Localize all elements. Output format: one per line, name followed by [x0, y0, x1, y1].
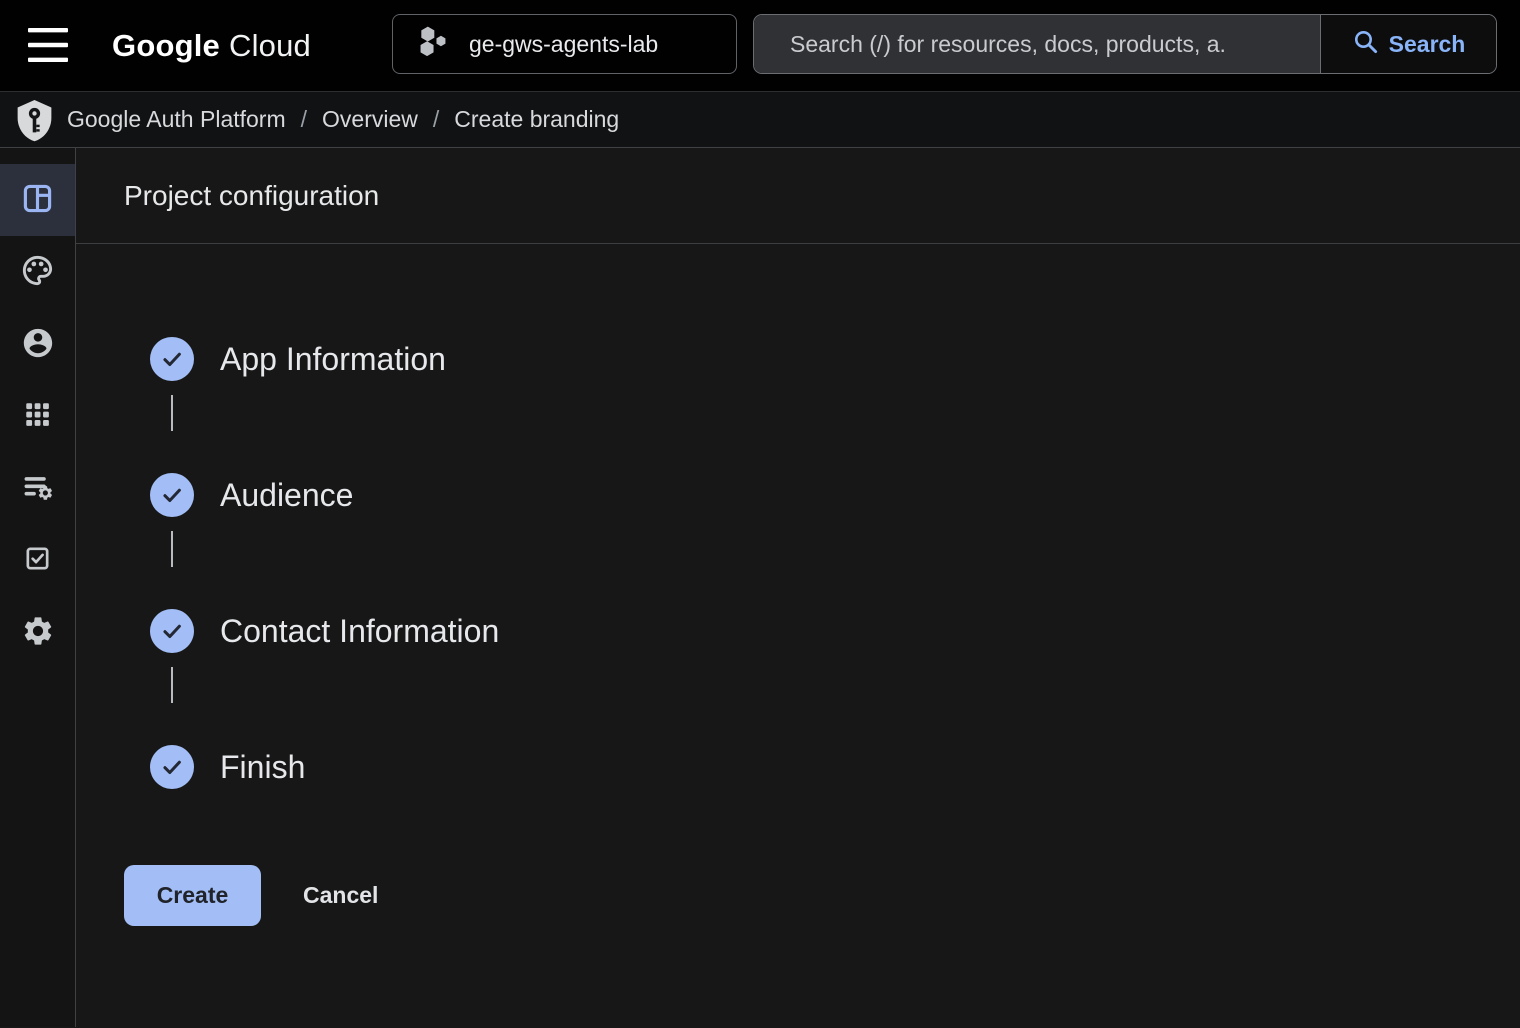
- sidebar-item-overview[interactable]: [0, 164, 75, 236]
- palette-icon: [20, 253, 55, 291]
- breadcrumb-separator: /: [301, 106, 307, 133]
- step-completed-check-icon: [150, 609, 194, 653]
- sidebar-item-branding[interactable]: [0, 236, 75, 308]
- logo-cloud-text: Cloud: [229, 28, 311, 64]
- search-input[interactable]: [754, 15, 1320, 73]
- hexagons-project-icon: [417, 24, 451, 64]
- breadcrumb-item-overview[interactable]: Overview: [322, 106, 418, 133]
- checkbox-icon: [23, 544, 52, 576]
- sidebar-item-settings[interactable]: [0, 596, 75, 668]
- menu-hamburger-button[interactable]: [24, 22, 72, 70]
- page-header: Project configuration: [76, 148, 1520, 244]
- project-configuration-stepper: App Information Audience Contact I: [76, 244, 1520, 789]
- list-settings-icon: [21, 470, 55, 507]
- step-completed-check-icon: [150, 473, 194, 517]
- project-selector[interactable]: ge-gws-agents-lab: [392, 14, 737, 74]
- step-finish[interactable]: Finish: [150, 745, 1520, 789]
- google-cloud-logo[interactable]: Google Cloud: [112, 0, 311, 92]
- sidebar-item-audience[interactable]: [0, 308, 75, 380]
- body-row: Project configuration App Information: [0, 148, 1520, 1027]
- search-bar: Search: [753, 14, 1497, 74]
- sidebar-item-data-access[interactable]: [0, 452, 75, 524]
- step-contact-information[interactable]: Contact Information: [150, 609, 1520, 653]
- breadcrumb-item-create-branding: Create branding: [454, 106, 619, 133]
- sidebar-nav: [0, 148, 76, 1027]
- project-name: ge-gws-agents-lab: [469, 31, 658, 58]
- step-label: Audience: [220, 477, 353, 514]
- page-title: Project configuration: [124, 180, 379, 212]
- form-actions: Create Cancel: [76, 865, 1520, 926]
- step-label: App Information: [220, 341, 446, 378]
- person-icon: [21, 326, 55, 363]
- step-label: Finish: [220, 749, 305, 786]
- step-connector: [171, 667, 173, 703]
- step-label: Contact Information: [220, 613, 499, 650]
- top-bar: Google Cloud ge-gws-agents-lab Search: [0, 0, 1520, 92]
- breadcrumb-item-auth-platform[interactable]: Google Auth Platform: [67, 106, 286, 133]
- step-audience[interactable]: Audience: [150, 473, 1520, 517]
- apps-grid-icon: [22, 399, 53, 433]
- hamburger-icon: [28, 28, 68, 65]
- search-icon: [1352, 28, 1379, 61]
- cancel-button[interactable]: Cancel: [303, 882, 378, 909]
- auth-shield-key-icon: [12, 97, 57, 143]
- dashboard-icon: [21, 182, 54, 218]
- search-button-label: Search: [1389, 31, 1466, 58]
- breadcrumb: Google Auth Platform / Overview / Create…: [0, 92, 1520, 148]
- sidebar-item-clients[interactable]: [0, 380, 75, 452]
- step-connector: [171, 395, 173, 431]
- breadcrumb-separator: /: [433, 106, 439, 133]
- sidebar-item-verification-center[interactable]: [0, 524, 75, 596]
- step-app-information[interactable]: App Information: [150, 337, 1520, 381]
- step-completed-check-icon: [150, 745, 194, 789]
- main-content: Project configuration App Information: [76, 148, 1520, 1027]
- step-connector: [171, 531, 173, 567]
- logo-google-text: Google: [112, 28, 220, 64]
- search-button[interactable]: Search: [1320, 15, 1496, 73]
- step-completed-check-icon: [150, 337, 194, 381]
- create-button[interactable]: Create: [124, 865, 261, 926]
- gear-icon: [21, 614, 55, 651]
